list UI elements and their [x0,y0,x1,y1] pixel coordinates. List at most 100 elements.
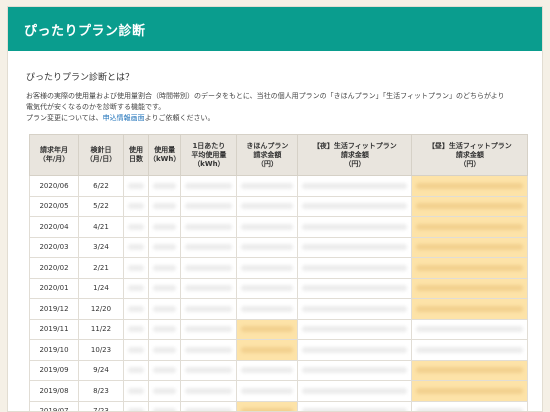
redacted-value [153,306,176,312]
intro-description: お客様の実際の使用量および使用量割合（時間帯別）のデータをもとに、当社の個人用プ… [26,91,531,124]
redacted-value [128,306,144,312]
redacted-cell [181,319,237,340]
plan-diagnosis-card: ぴったりプラン診断 ぴったりプラン診断とは？ お客様の実際の使用量および使用量割… [7,6,543,412]
redacted-value [153,183,176,189]
redacted-cell [149,237,181,258]
redacted-cell [181,381,237,402]
redacted-value [128,183,144,189]
column-header-line: （月/日） [79,155,123,164]
redacted-cell [181,237,237,258]
column-header: 【昼】生活フィットプラン請求金額（円） [412,135,528,176]
redacted-cell [412,319,528,340]
redacted-cell [124,237,149,258]
redacted-cell [149,258,181,279]
redacted-value [416,224,523,230]
redacted-value [416,244,523,250]
diagnosis-table: 請求年月（年/月）検針日（月/日）使用日数使用量（kWh）1日あたり平均使用量（… [29,134,528,412]
column-header: きほんプラン請求金額（円） [237,135,298,176]
table-cell: 1/24 [79,278,124,299]
redacted-value [416,408,523,412]
column-header-line: （円） [412,160,527,169]
redacted-cell [237,319,298,340]
redacted-cell [237,217,298,238]
redacted-cell [237,340,298,361]
column-header-line: 請求金額 [298,151,411,160]
table-row: 2020/066/22 [30,176,528,197]
table-row: 2019/1212/20 [30,299,528,320]
redacted-value [185,244,232,250]
intro-line-3: プラン変更については、申込情報画面よりご依頼ください。 [26,113,531,124]
redacted-value [128,265,144,271]
redacted-value [185,367,232,373]
redacted-value [302,408,407,412]
redacted-value [302,285,407,291]
column-header: 1日あたり平均使用量（kWh） [181,135,237,176]
column-header-line: 日数 [124,155,148,164]
redacted-cell [149,196,181,217]
column-header: 【夜】生活フィットプラン請求金額（円） [298,135,412,176]
table-cell: 2020/03 [30,237,79,258]
redacted-value [153,388,176,394]
table-cell: 2020/01 [30,278,79,299]
redacted-cell [149,401,181,412]
column-header: 請求年月（年/月） [30,135,79,176]
redacted-value [241,265,293,271]
redacted-value [185,306,232,312]
redacted-cell [412,237,528,258]
redacted-cell [181,401,237,412]
redacted-cell [149,381,181,402]
redacted-value [302,388,407,394]
redacted-value [185,388,232,394]
redacted-value [241,183,293,189]
column-header-line: 【昼】生活フィットプラン [412,142,527,151]
table-row: 2019/099/24 [30,360,528,381]
redacted-cell [298,196,412,217]
application-info-link[interactable]: 申込情報画面 [103,114,145,122]
redacted-value [416,203,523,209]
table-cell: 3/24 [79,237,124,258]
redacted-value [302,224,407,230]
table-row: 2019/1111/22 [30,319,528,340]
table-row: 2020/011/24 [30,278,528,299]
redacted-cell [181,217,237,238]
redacted-value [185,408,232,412]
column-header-line: （円） [298,160,411,169]
column-header: 検針日（月/日） [79,135,124,176]
table-cell: 4/21 [79,217,124,238]
column-header-line: （kWh） [181,160,236,169]
redacted-cell [237,381,298,402]
redacted-cell [298,401,412,412]
redacted-value [185,347,232,353]
redacted-cell [237,237,298,258]
redacted-value [128,203,144,209]
intro-line-2: 電気代が安くなるのかを診断する機能です。 [26,102,531,113]
redacted-cell [149,278,181,299]
table-row: 2020/044/21 [30,217,528,238]
redacted-cell [237,401,298,412]
redacted-cell [412,176,528,197]
redacted-value [185,285,232,291]
redacted-cell [412,299,528,320]
redacted-value [416,183,523,189]
redacted-cell [181,176,237,197]
column-header-line: きほんプラン [237,142,297,151]
redacted-cell [124,401,149,412]
redacted-cell [237,176,298,197]
table-cell: 9/24 [79,360,124,381]
redacted-value [241,203,293,209]
redacted-value [302,244,407,250]
redacted-cell [412,360,528,381]
redacted-value [128,408,144,412]
redacted-cell [181,299,237,320]
redacted-value [302,306,407,312]
redacted-cell [124,196,149,217]
redacted-value [153,285,176,291]
table-cell: 2019/11 [30,319,79,340]
table-cell: 11/22 [79,319,124,340]
redacted-value [302,203,407,209]
redacted-cell [412,381,528,402]
column-header-line: （年/月） [30,155,78,164]
redacted-cell [298,360,412,381]
table-row: 2020/033/24 [30,237,528,258]
table-cell: 6/22 [79,176,124,197]
